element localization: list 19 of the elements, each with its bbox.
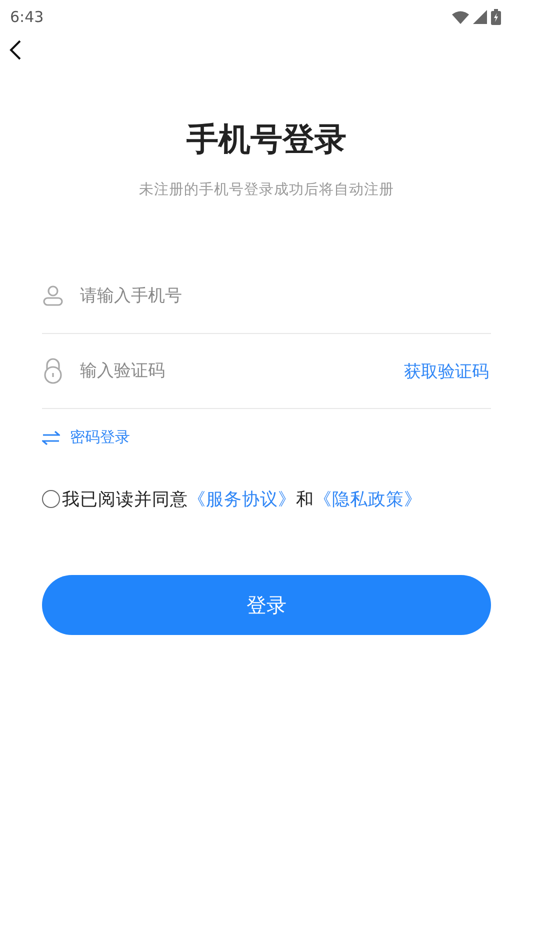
agreement-checkbox[interactable] <box>42 490 60 508</box>
phone-field[interactable]: 请输入手机号 <box>80 282 491 310</box>
wifi-icon <box>452 10 469 24</box>
user-icon <box>42 285 64 307</box>
privacy-link[interactable]: 《隐私政策》 <box>314 490 422 510</box>
status-time: 6:43 <box>10 8 44 26</box>
battery-icon <box>491 9 501 25</box>
signal-icon <box>473 10 487 24</box>
back-button[interactable] <box>8 40 22 62</box>
password-login-link[interactable]: 密码登录 <box>42 428 130 447</box>
terms-link[interactable]: 《服务协议》 <box>188 490 296 510</box>
login-button[interactable]: 登录 <box>42 575 491 635</box>
lock-icon <box>42 358 64 384</box>
swap-icon <box>42 430 60 444</box>
page-title: 手机号登录 <box>186 119 348 160</box>
code-field[interactable]: 输入验证码 <box>80 357 386 385</box>
get-code-link[interactable]: 获取验证码 <box>402 360 491 382</box>
agreement-text: 我已阅读并同意《服务协议》和《隐私政策》 <box>62 489 422 511</box>
page-subtitle: 未注册的手机号登录成功后将自动注册 <box>138 180 395 199</box>
